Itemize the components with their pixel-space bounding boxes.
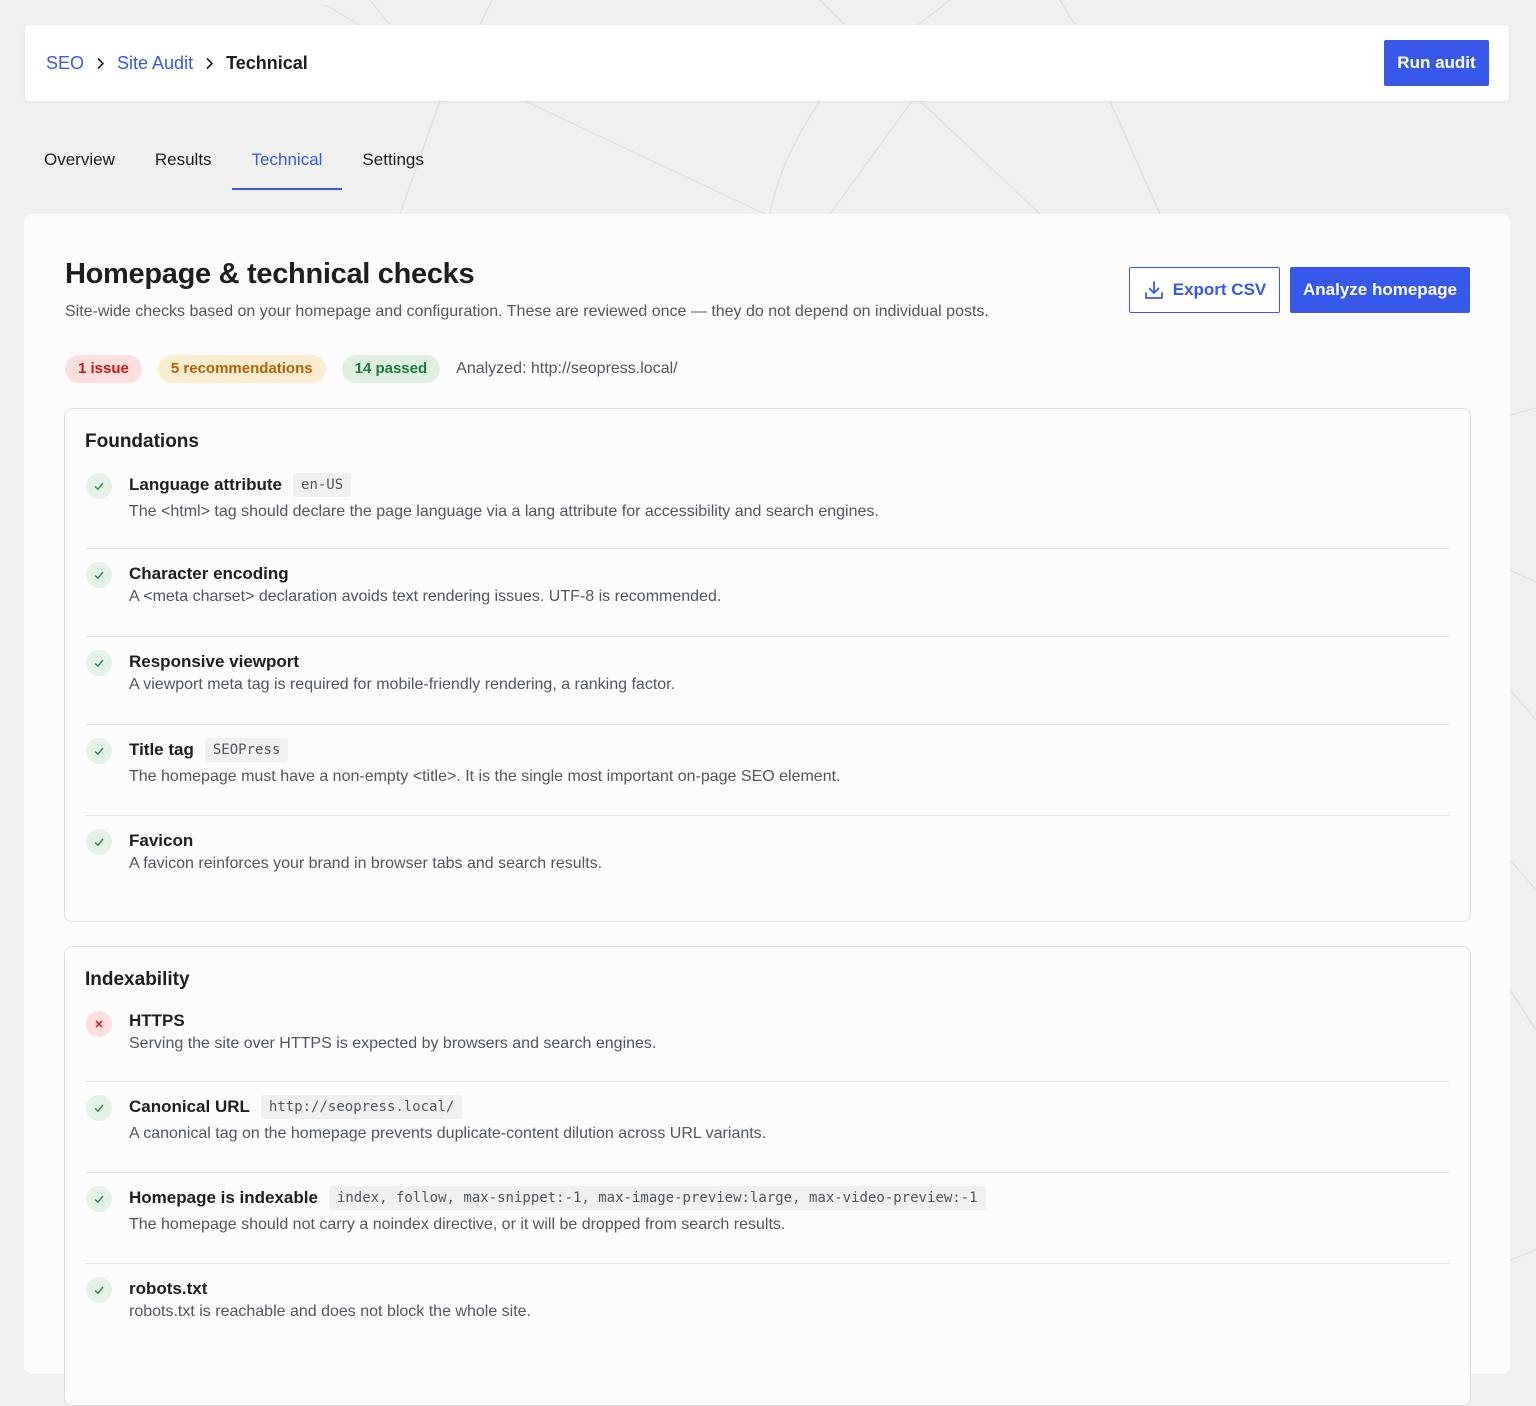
check-description: A canonical tag on the homepage prevents… [129, 1125, 767, 1142]
download-icon [1143, 279, 1165, 301]
recommendations-badge: 5 recommendations [157, 355, 326, 383]
check-description: A favicon reinforces your brand in brows… [129, 855, 603, 872]
check-item: Responsive viewport A viewport meta tag … [85, 637, 1450, 725]
check-name: Responsive viewport [129, 652, 300, 671]
run-audit-button[interactable]: Run audit [1384, 40, 1489, 86]
check-name: Favicon [129, 831, 194, 850]
export-csv-button[interactable]: Export CSV [1129, 267, 1280, 313]
check-value: http://seopress.local/ [260, 1095, 463, 1119]
check-item: Canonical URL http://seopress.local/ A c… [85, 1082, 1450, 1173]
issues-badge: 1 issue [65, 355, 142, 383]
check-name: Homepage is indexable [129, 1188, 318, 1207]
check-name: Character encoding [129, 564, 289, 583]
check-description: The homepage should not carry a noindex … [129, 1216, 786, 1233]
check-description: robots.txt is reachable and does not blo… [129, 1303, 532, 1320]
check-name: Title tag [129, 740, 194, 759]
check-item: Title tag SEOPress The homepage must hav… [85, 725, 1450, 816]
tab-technical[interactable]: Technical [231, 132, 343, 190]
section-indexability: Indexability HTTPS Serving the site over… [64, 946, 1471, 1406]
check-description: A viewport meta tag is required for mobi… [129, 676, 676, 693]
tab-settings[interactable]: Settings [342, 132, 443, 190]
breadcrumb: SEO Site Audit Technical [46, 25, 308, 101]
page-title: Homepage & technical checks [65, 258, 475, 290]
check-value: SEOPress [204, 738, 289, 762]
checkmark-icon [86, 562, 112, 588]
tab-overview[interactable]: Overview [24, 132, 135, 190]
analyze-homepage-button[interactable]: Analyze homepage [1290, 267, 1470, 313]
section-title: Foundations [85, 431, 199, 452]
tab-bar: Overview Results Technical Settings [24, 132, 444, 190]
check-list: HTTPS Serving the site over HTTPS is exp… [85, 998, 1450, 1352]
analyzed-url: Analyzed: http://seopress.local/ [456, 360, 678, 377]
check-item: Character encoding A <meta charset> decl… [85, 549, 1450, 637]
top-bar: SEO Site Audit Technical Run audit [25, 25, 1509, 101]
breadcrumb-link-seo[interactable]: SEO [46, 53, 84, 74]
check-name: robots.txt [129, 1279, 208, 1298]
check-description: A <meta charset> declaration avoids text… [129, 588, 722, 605]
checkmark-icon [86, 473, 112, 499]
check-description: The <html> tag should declare the page l… [129, 503, 879, 520]
chevron-right-icon [96, 57, 105, 70]
checkmark-icon [86, 1095, 112, 1121]
checkmark-icon [86, 650, 112, 676]
breadcrumb-link-site-audit[interactable]: Site Audit [117, 53, 193, 74]
check-name: Language attribute [129, 475, 283, 494]
section-title: Indexability [85, 969, 190, 990]
breadcrumb-current: Technical [226, 52, 308, 73]
check-description: Serving the site over HTTPS is expected … [129, 1035, 657, 1052]
check-item: Language attribute en-US The <html> tag … [85, 460, 1450, 549]
passed-badge: 14 passed [341, 355, 441, 383]
page-subtitle: Site-wide checks based on your homepage … [65, 303, 989, 320]
check-item: HTTPS Serving the site over HTTPS is exp… [85, 998, 1450, 1082]
main-card: Homepage & technical checks Site-wide ch… [24, 214, 1510, 1406]
check-value: index, follow, max-snippet:-1, max-image… [328, 1186, 986, 1210]
checkmark-icon [86, 1277, 112, 1303]
check-list: Language attribute en-US The <html> tag … [85, 460, 1450, 904]
checkmark-icon [86, 1186, 112, 1212]
cross-icon [86, 1011, 112, 1037]
check-name: Canonical URL [129, 1097, 250, 1116]
chevron-right-icon [205, 57, 214, 70]
check-item: Favicon A favicon reinforces your brand … [85, 816, 1450, 904]
check-name: HTTPS [129, 1011, 185, 1030]
checkmark-icon [86, 829, 112, 855]
check-item: Homepage is indexable index, follow, max… [85, 1173, 1450, 1264]
check-value: en-US [293, 473, 352, 497]
export-csv-label: Export CSV [1172, 280, 1267, 299]
section-foundations: Foundations Language attribute en-US The… [64, 408, 1471, 922]
tab-results[interactable]: Results [135, 132, 232, 190]
summary-badges: 1 issue 5 recommendations 14 passed Anal… [65, 355, 678, 383]
check-description: The homepage must have a non-empty <titl… [129, 768, 841, 785]
check-item: robots.txt robots.txt is reachable and d… [85, 1264, 1450, 1352]
checkmark-icon [86, 738, 112, 764]
